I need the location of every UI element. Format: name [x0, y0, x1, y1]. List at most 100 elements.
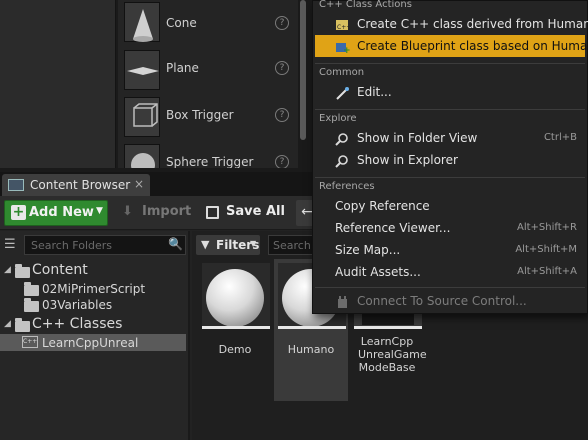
menu-separator	[315, 109, 585, 110]
tree-item-label: 02MiPrimerScript	[42, 282, 146, 296]
tree-item-label: 03Variables	[42, 298, 113, 312]
tree-item-label: Content	[32, 262, 88, 278]
import-label: Import	[142, 204, 192, 219]
help-icon[interactable]: ?	[275, 108, 289, 122]
menu-item-create-blueprint-class[interactable]: + Create Blueprint class based on Humano	[315, 35, 588, 57]
menu-item-label: Audit Assets...	[335, 265, 421, 279]
menu-item-copy-reference[interactable]: Copy Reference	[315, 195, 585, 217]
menu-item-audit-assets[interactable]: Audit Assets... Alt+Shift+A	[315, 261, 585, 283]
cpp-class-icon: C++	[335, 17, 351, 31]
magnifier-icon	[335, 153, 350, 168]
plus-icon: +	[11, 204, 26, 220]
filters-button[interactable]: ▼ Filters ▼	[196, 235, 260, 255]
menu-item-label: Connect To Source Control...	[357, 294, 527, 308]
add-new-button[interactable]: + Add New ▼	[4, 200, 108, 226]
sphere-trigger-thumbnail-icon	[124, 144, 160, 168]
modes-panel: Cone ? Plane ? Box Trigger ? Sphere Trig…	[0, 0, 312, 172]
actor-item-label: Sphere Trigger	[166, 155, 254, 168]
tree-item-content[interactable]: ◢ Content	[0, 262, 186, 280]
menu-item-show-in-folder-view[interactable]: Show in Folder View Ctrl+B	[315, 127, 585, 149]
chevron-down-icon: ▼	[96, 206, 103, 216]
placeable-actors-list: Cone ? Plane ? Box Trigger ? Sphere Trig…	[118, 0, 298, 168]
menu-item-size-map[interactable]: Size Map... Alt+Shift+M	[315, 239, 585, 261]
actor-item-box-trigger[interactable]: Box Trigger ?	[118, 94, 298, 141]
close-icon[interactable]: ×	[134, 177, 144, 191]
tree-item-label: C++ Classes	[32, 316, 123, 332]
menu-section-header: C++ Class Actions	[319, 0, 412, 10]
box-trigger-thumbnail-icon	[124, 97, 160, 137]
content-browser-icon	[8, 179, 24, 191]
menu-item-label: Show in Folder View	[357, 131, 478, 145]
save-all-button[interactable]: Save All	[202, 201, 290, 225]
menu-item-label: Reference Viewer...	[335, 221, 451, 235]
menu-item-label: Show in Explorer	[357, 153, 458, 167]
menu-item-edit[interactable]: Edit...	[315, 81, 585, 103]
menu-separator	[315, 287, 585, 288]
menu-item-label: Copy Reference	[335, 199, 430, 213]
tree-item-cpp-classes[interactable]: ◢ C++ Classes	[0, 316, 186, 334]
svg-text:C++: C++	[337, 24, 350, 31]
import-arrow-icon: ⬇	[122, 204, 133, 219]
folder-icon	[24, 282, 39, 296]
expand-arrow-icon[interactable]: ◢	[4, 265, 11, 275]
actor-item-label: Cone	[166, 16, 197, 30]
cone-thumbnail-icon	[124, 2, 160, 42]
tab-label: Content Browser	[30, 178, 131, 192]
actor-item-cone[interactable]: Cone ?	[118, 0, 298, 47]
menu-separator	[315, 177, 585, 178]
menu-item-label: Edit...	[357, 85, 392, 99]
add-new-label: Add New	[29, 205, 94, 220]
filter-icon: ▼	[201, 238, 210, 251]
chevron-down-icon: ▼	[250, 239, 257, 248]
import-button[interactable]: ⬇ Import	[118, 201, 198, 225]
menu-item-connect-source-control[interactable]: Connect To Source Control...	[315, 290, 585, 312]
menu-section-header: References	[319, 181, 375, 192]
plane-thumbnail-icon	[124, 50, 160, 90]
modes-category-column	[0, 0, 116, 168]
cpp-module-icon: C++	[22, 336, 38, 348]
menu-separator	[315, 63, 585, 64]
menu-item-label: Create C++ class derived from Humano	[357, 17, 588, 31]
actor-item-label: Plane	[166, 61, 199, 75]
menu-item-create-cpp-class[interactable]: C++ Create C++ class derived from Humano	[315, 13, 588, 35]
menu-section-header: Explore	[319, 113, 357, 124]
tree-toggle-icon[interactable]: ☰	[4, 237, 16, 252]
actor-item-label: Box Trigger	[166, 108, 234, 122]
menu-item-label: Create Blueprint class based on Humano	[357, 39, 588, 53]
help-icon[interactable]: ?	[275, 16, 289, 30]
menu-item-label: Size Map...	[335, 243, 401, 257]
help-icon[interactable]: ?	[275, 155, 289, 168]
asset-label: LearnCpp UnrealGame ModeBase	[358, 335, 427, 374]
folder-icon	[15, 318, 30, 332]
tree-item-03variables[interactable]: 03Variables	[0, 296, 186, 314]
folder-search-input[interactable]	[24, 235, 186, 255]
actor-item-sphere-trigger[interactable]: Sphere Trigger ?	[118, 141, 298, 168]
menu-item-shortcut: Alt+Shift+R	[517, 222, 577, 233]
search-icon: 🔍	[168, 237, 183, 251]
svg-text:+: +	[343, 46, 350, 54]
asset-label: Demo	[218, 343, 252, 356]
menu-section-header: Common	[319, 67, 365, 78]
sphere-icon	[206, 269, 264, 326]
tab-content-browser[interactable]: Content Browser ×	[2, 174, 150, 196]
blueprint-class-icon: +	[335, 39, 351, 56]
tree-item-learncppunreal[interactable]: C++ LearnCppUnreal	[0, 334, 186, 351]
asset-label: Humano	[287, 343, 335, 356]
expand-arrow-icon[interactable]: ◢	[4, 319, 11, 329]
asset-tile-demo[interactable]: Demo	[198, 259, 272, 401]
menu-item-reference-viewer[interactable]: Reference Viewer... Alt+Shift+R	[315, 217, 585, 239]
source-control-icon	[335, 294, 350, 308]
menu-item-show-in-explorer[interactable]: Show in Explorer	[315, 149, 585, 171]
menu-item-shortcut: Alt+Shift+A	[517, 266, 577, 277]
modes-scrollbar[interactable]	[300, 0, 306, 140]
edit-wand-icon	[335, 85, 350, 100]
context-menu: C++ Class Actions C++ Create C++ class d…	[312, 0, 588, 314]
help-icon[interactable]: ?	[275, 61, 289, 75]
magnifier-icon	[335, 131, 350, 146]
folder-icon	[24, 298, 39, 312]
actor-item-plane[interactable]: Plane ?	[118, 47, 298, 94]
gamemode-icon	[362, 313, 414, 325]
save-icon	[206, 206, 219, 219]
tree-item-label: LearnCppUnreal	[42, 336, 139, 350]
folder-tree-panel: ☰ 🔍 ◢ Content 02MiPrimerScript 03Variabl…	[0, 231, 190, 440]
